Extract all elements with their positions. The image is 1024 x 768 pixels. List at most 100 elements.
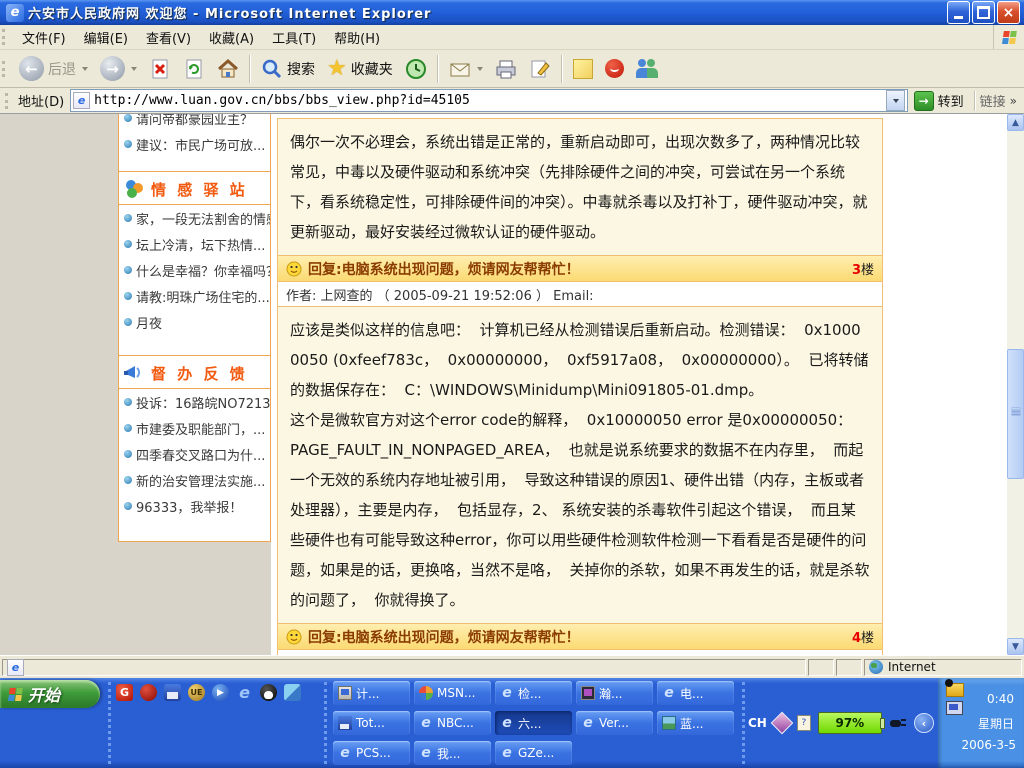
back-dropdown-icon[interactable]: [82, 67, 88, 71]
post-content: 偶尔一次不必理会，系统出错是正常的，重新启动即可，出现次数多了，两种情况比较常见…: [277, 118, 883, 256]
links-chevron-icon[interactable]: »: [1010, 94, 1017, 108]
taskbar-button-active[interactable]: e六...: [495, 711, 572, 735]
taskbar-button[interactable]: ePCS...: [333, 741, 410, 765]
address-input[interactable]: e http://www.luan.gov.cn/bbs/bbs_view.ph…: [70, 89, 907, 112]
menu-file[interactable]: 文件(F): [13, 25, 75, 50]
links-label[interactable]: 链接: [980, 91, 1006, 110]
sidebar-link[interactable]: 新的治安管理法实施...: [119, 467, 270, 493]
menu-favorites[interactable]: 收藏(A): [200, 25, 263, 50]
qq-toolbar-button[interactable]: [599, 57, 630, 80]
collapse-chevron-icon[interactable]: ‹: [914, 713, 934, 733]
taskbar-separator[interactable]: [108, 682, 114, 764]
floppy-icon[interactable]: [164, 684, 181, 701]
tray-doc-icon[interactable]: ?: [797, 715, 811, 731]
messenger-button[interactable]: [630, 57, 664, 81]
sidebar-link[interactable]: 请问帝都豪园业主？: [119, 114, 270, 131]
sidebar-link[interactable]: 建议：市民广场可放...: [119, 131, 270, 157]
notes-button[interactable]: [567, 57, 599, 81]
sidebar-section-top: 请问帝都豪园业主？ 建议：市民广场可放...: [118, 114, 271, 172]
messenger-icon[interactable]: [284, 684, 301, 701]
addressbar-grip[interactable]: [5, 93, 11, 109]
reply-header: 回复:电脑系统出现问题，烦请网友帮帮忙！ 4楼: [277, 623, 883, 650]
refresh-button[interactable]: [177, 56, 211, 82]
crt-monitor-icon: [581, 686, 595, 700]
battery-indicator[interactable]: 97%: [818, 712, 882, 734]
bullet-icon: [124, 240, 132, 248]
sidebar-link[interactable]: 什么是幸福？你幸福吗？: [119, 257, 270, 283]
taskbar-button[interactable]: eVer...: [576, 711, 653, 735]
ie-icon: e: [500, 686, 514, 700]
language-indicator[interactable]: CH: [748, 716, 767, 730]
sidebar-link[interactable]: 96333，我举报！: [119, 493, 270, 519]
floor-badge: 4楼: [852, 627, 874, 646]
sidebar-link[interactable]: 市建委及职能部门，...: [119, 415, 270, 441]
history-button[interactable]: [399, 56, 433, 82]
ultraedit-icon[interactable]: UE: [188, 684, 205, 701]
address-url[interactable]: http://www.luan.gov.cn/bbs/bbs_view.php?…: [94, 93, 885, 108]
mail-button[interactable]: [443, 56, 489, 82]
menu-help[interactable]: 帮助(H): [325, 25, 389, 50]
ime-icon[interactable]: [771, 712, 794, 735]
taskbar-button[interactable]: Tot...: [333, 711, 410, 735]
scrollbar-thumb[interactable]: [1007, 349, 1024, 479]
taskbar-button[interactable]: e检...: [495, 681, 572, 705]
flashget-icon[interactable]: G: [116, 684, 133, 701]
sidebar-link[interactable]: 四季春交叉路口为什...: [119, 441, 270, 467]
page-scrollbar[interactable]: ▲ ▼: [1007, 114, 1024, 655]
window-title: 六安市人民政府网 欢迎您 - Microsoft Internet Explor…: [28, 3, 947, 22]
taskbar-button[interactable]: 蓝...: [657, 711, 734, 735]
menubar-grip[interactable]: [2, 29, 8, 45]
sidebar-link[interactable]: 投诉：16路皖NO7213...: [119, 389, 270, 415]
qq-message-icon[interactable]: [946, 683, 964, 697]
quick-launch-bar: G UE ▶ e: [116, 684, 301, 701]
taskbar-button[interactable]: eGZe...: [495, 741, 572, 765]
close-button[interactable]: ×: [997, 1, 1020, 24]
power-plug-icon[interactable]: [889, 715, 907, 731]
back-button[interactable]: ← 后退: [13, 54, 94, 83]
taskbar-button[interactable]: eNBC...: [414, 711, 491, 735]
scroll-down-button[interactable]: ▼: [1007, 638, 1024, 655]
minimize-button[interactable]: [947, 1, 970, 24]
menu-edit[interactable]: 编辑(E): [75, 25, 137, 50]
sidebar-link[interactable]: 坛上冷清，坛下热情...: [119, 231, 270, 257]
taskbar-button[interactable]: 计...: [333, 681, 410, 705]
toolbar-grip[interactable]: [2, 61, 8, 77]
search-label: 搜索: [287, 59, 315, 79]
red-badge-icon[interactable]: [140, 684, 157, 701]
media-player-icon[interactable]: ▶: [212, 684, 229, 701]
sidebar-link[interactable]: 请教:明珠广场住宅的...: [119, 283, 270, 309]
taskbar-separator[interactable]: [324, 682, 330, 764]
taskbar-button[interactable]: MSN...: [414, 681, 491, 705]
mail-dropdown-icon[interactable]: [477, 67, 483, 71]
menu-view[interactable]: 查看(V): [137, 25, 200, 50]
go-label: 转到: [938, 91, 964, 110]
start-label: 开始: [28, 682, 60, 706]
address-dropdown-button[interactable]: [886, 90, 905, 111]
bullet-icon: [124, 292, 132, 300]
menu-tools[interactable]: 工具(T): [263, 25, 325, 50]
stop-button[interactable]: [143, 56, 177, 82]
go-button[interactable]: → 转到: [908, 91, 970, 111]
search-button[interactable]: 搜索: [255, 56, 321, 82]
forward-button[interactable]: →: [94, 54, 143, 83]
restore-button[interactable]: [972, 1, 995, 24]
sidebar-link[interactable]: 月夜: [119, 309, 270, 335]
forward-dropdown-icon[interactable]: [131, 67, 137, 71]
edit-button[interactable]: [523, 56, 557, 82]
sidebar-link[interactable]: 家，一段无法割舍的情感: [119, 205, 270, 231]
standard-buttons-toolbar: ← 后退 → 搜索 ★ 收藏夹: [0, 50, 1024, 88]
taskbar-button[interactable]: e我...: [414, 741, 491, 765]
scroll-up-button[interactable]: ▲: [1007, 114, 1024, 131]
print-button[interactable]: [489, 56, 523, 82]
qq-icon[interactable]: [260, 684, 277, 701]
favorites-button[interactable]: ★ 收藏夹: [321, 56, 399, 82]
network-icon[interactable]: [946, 701, 963, 715]
taskbar-button[interactable]: 瀚...: [576, 681, 653, 705]
reply-title: 回复:电脑系统出现问题，烦请网友帮帮忙！: [308, 259, 852, 279]
sidebar-section-header: 督 办 反 馈: [119, 358, 270, 389]
taskbar-button[interactable]: e电...: [657, 681, 734, 705]
ie-icon[interactable]: e: [236, 684, 253, 701]
start-button[interactable]: 开始: [0, 680, 100, 708]
home-button[interactable]: [211, 56, 245, 82]
sidebar-section-header: 情 感 驿 站: [119, 174, 270, 205]
